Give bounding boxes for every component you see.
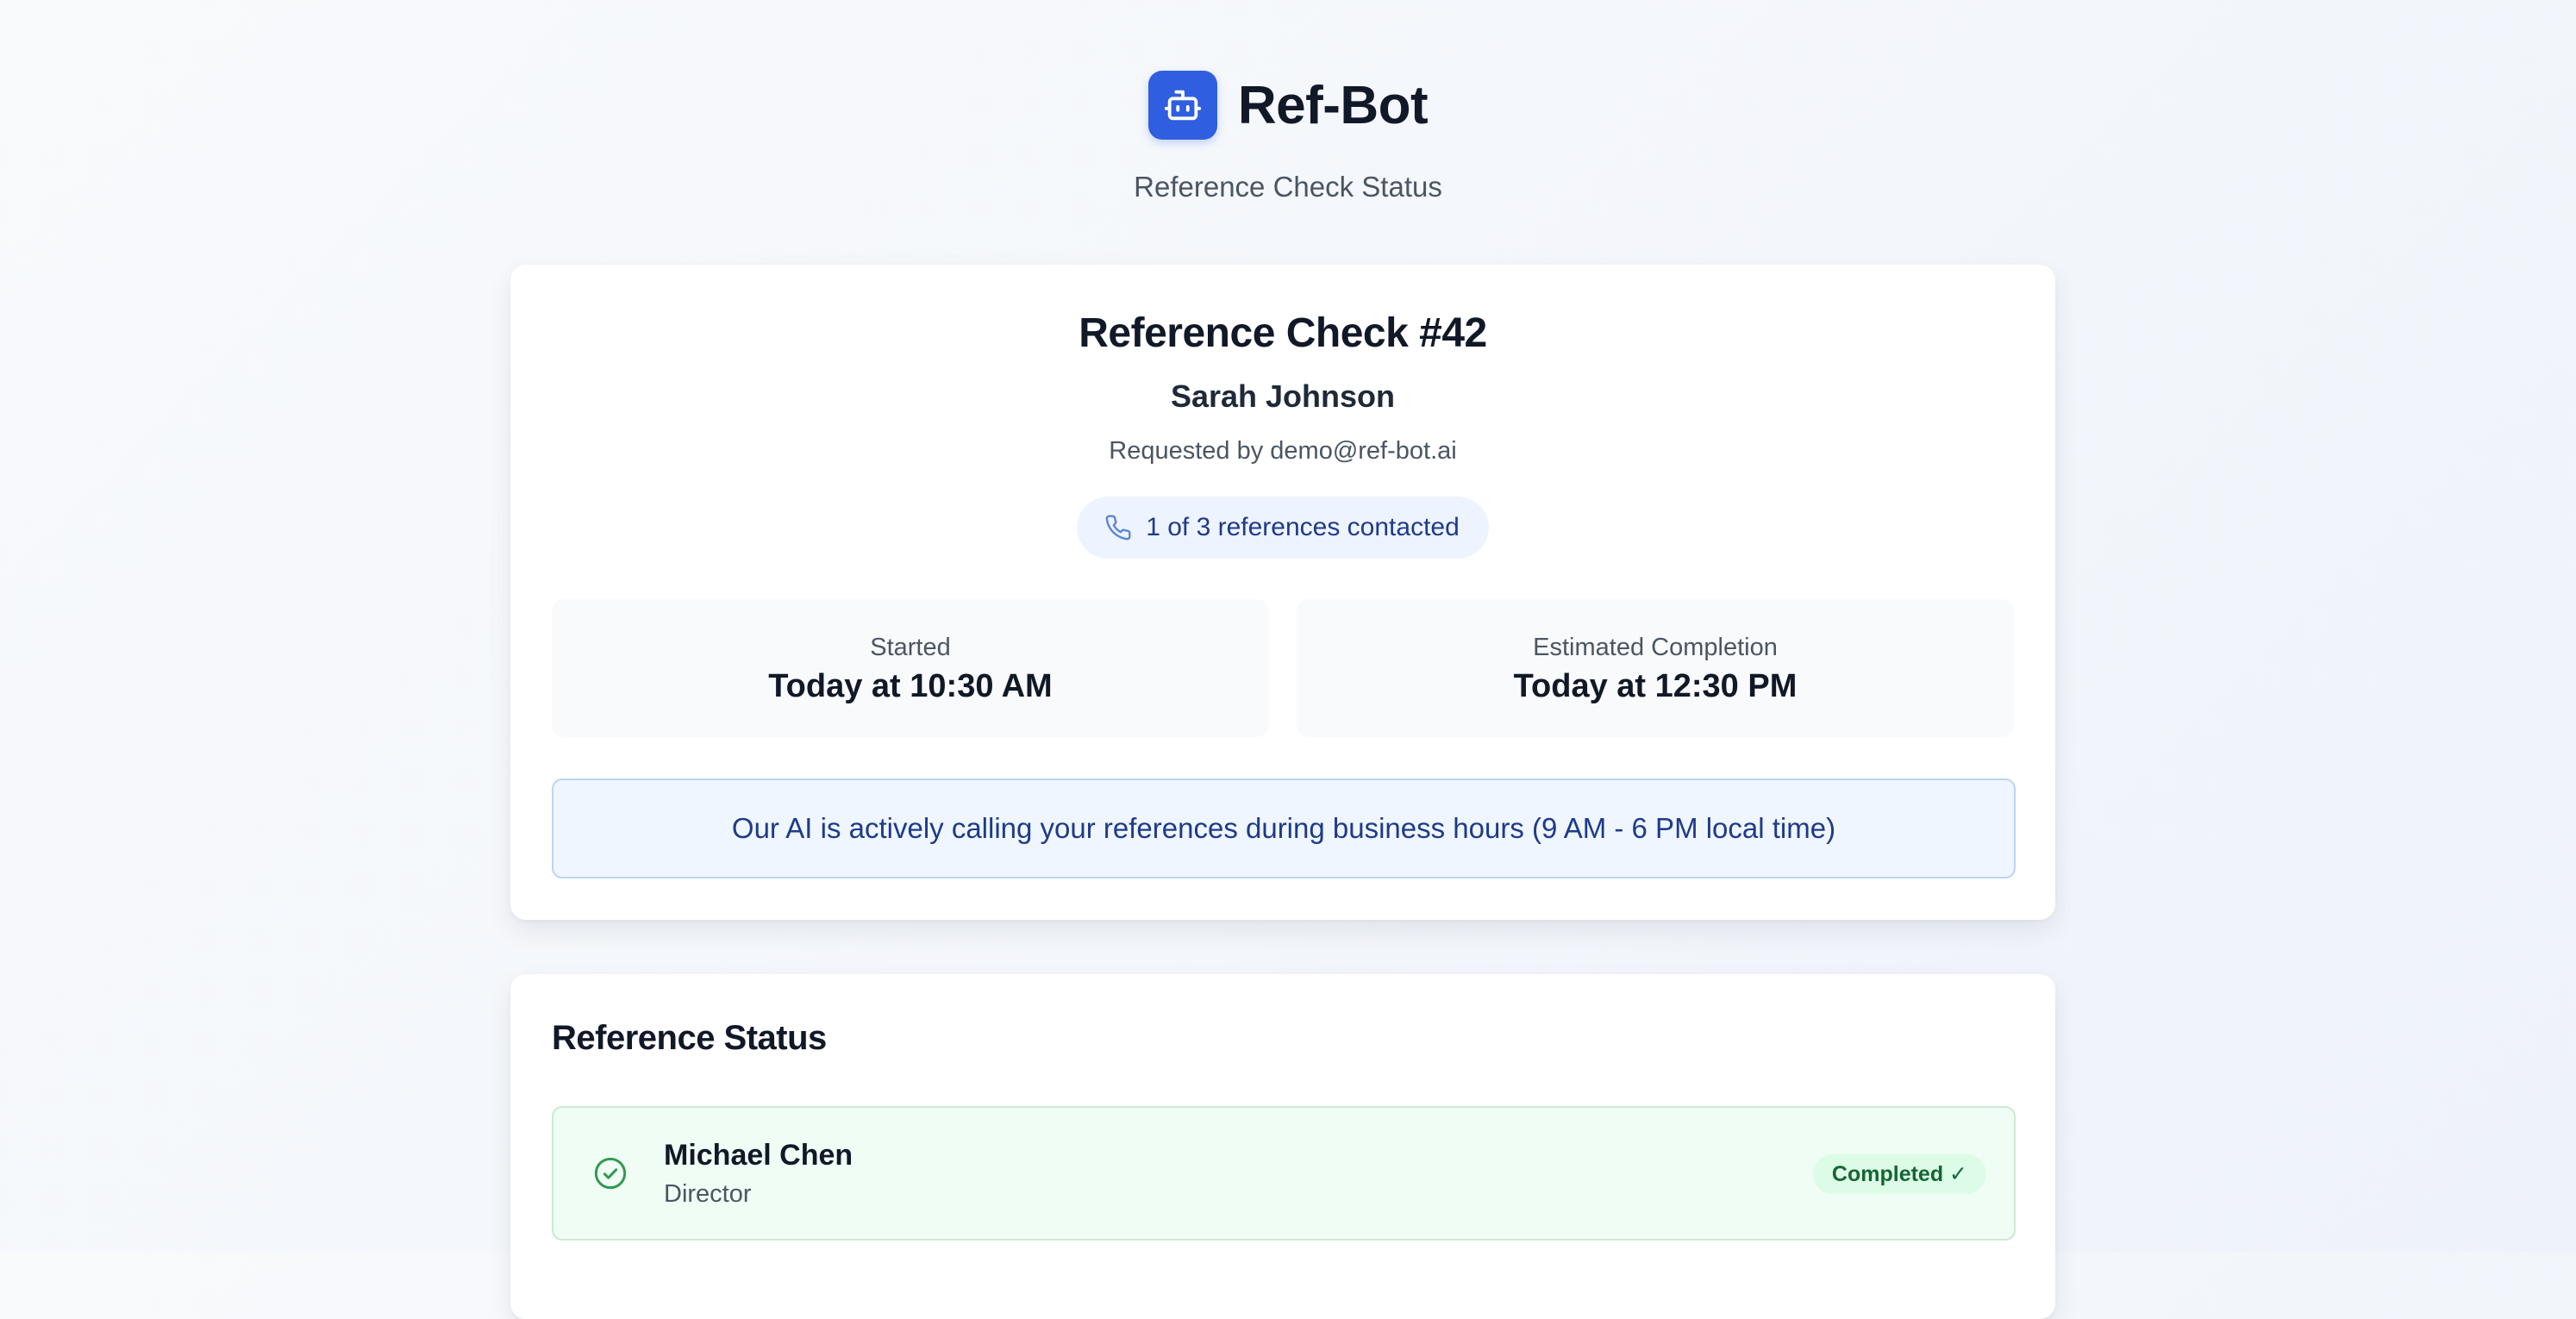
check-circle-icon — [594, 1157, 627, 1190]
status-badge: Completed ✓ — [1812, 1154, 1986, 1194]
robot-icon — [1147, 71, 1217, 140]
progress-pill: 1 of 3 references contacted — [1077, 497, 1489, 559]
phone-icon — [1105, 515, 1131, 541]
page: Ref-Bot Reference Check Status Reference… — [0, 0, 2576, 1319]
reference-role: Director — [664, 1180, 752, 1208]
progress-pill-wrap: 1 of 3 references contacted — [510, 497, 2055, 559]
estimated-completion-label: Estimated Completion — [1533, 634, 1778, 661]
info-banner: Our AI is actively calling your referenc… — [552, 778, 2016, 878]
page-subtitle: Reference Check Status — [1134, 171, 1442, 203]
started-label: Started — [870, 634, 951, 661]
progress-pill-text: 1 of 3 references contacted — [1146, 513, 1460, 541]
started-value: Today at 10:30 AM — [768, 668, 1053, 704]
brand-header: Ref-Bot — [0, 71, 2576, 140]
started-box: Started Today at 10:30 AM — [552, 599, 1269, 737]
candidate-name: Sarah Johnson — [1170, 378, 1396, 414]
reference-name: Michael Chen — [664, 1139, 853, 1172]
brand-name: Ref-Bot — [1237, 75, 1429, 135]
reference-row[interactable]: Michael Chen Director Completed ✓ — [552, 1106, 2016, 1241]
check-title: Reference Check #42 — [1079, 310, 1487, 356]
estimated-completion-box: Estimated Completion Today at 12:30 PM — [1297, 599, 2014, 737]
reference-status-title: Reference Status — [552, 1019, 827, 1057]
reference-check-card: Reference Check #42 Sarah Johnson Reques… — [510, 265, 2055, 920]
requested-by: Requested by demo@ref-bot.ai — [1109, 437, 1457, 465]
reference-status-card: Reference Status Michael Chen Director C… — [510, 974, 2055, 1319]
estimated-completion-value: Today at 12:30 PM — [1513, 668, 1798, 704]
